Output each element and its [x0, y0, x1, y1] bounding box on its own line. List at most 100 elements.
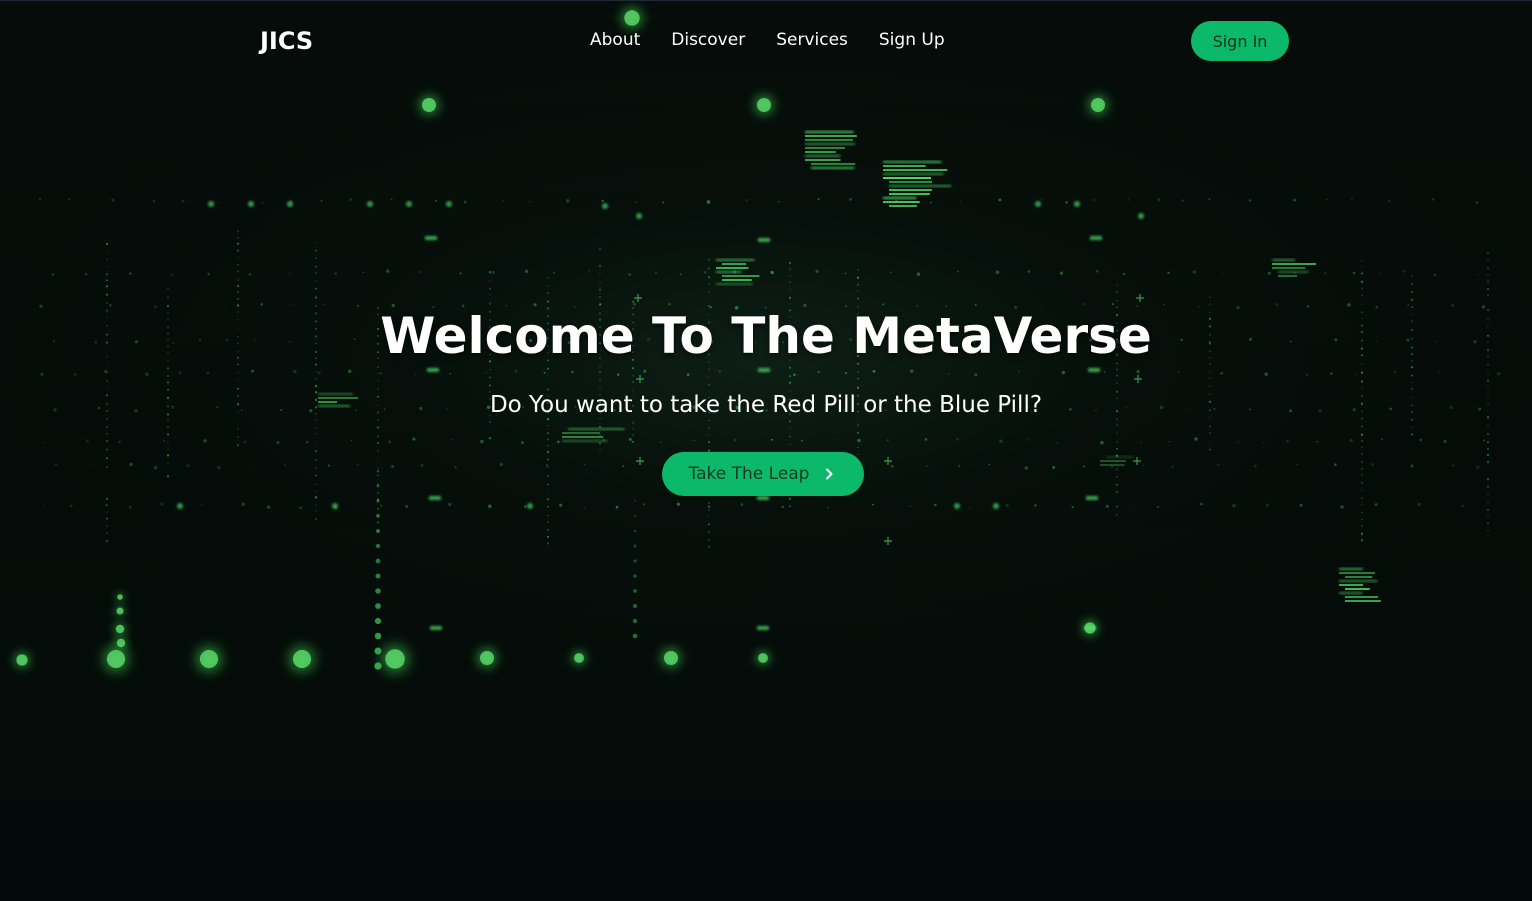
bg-dot: [106, 380, 108, 382]
bg-dot: [1005, 503, 1009, 508]
bg-dot: [707, 258, 711, 261]
bg-code-line: [805, 135, 857, 137]
bg-code-line: [883, 165, 926, 167]
bg-dot: [789, 268, 791, 271]
bg-dot: [524, 269, 529, 273]
bg-dot: [1361, 452, 1363, 455]
bg-dot: [334, 272, 337, 276]
bg-code-line: [805, 155, 841, 157]
bg-dot: [1431, 198, 1435, 201]
bg-dot: [588, 270, 591, 273]
bg-dot: [599, 434, 601, 437]
bg-code-line: [1345, 576, 1373, 578]
bg-dot: [1237, 441, 1240, 443]
bg-dot: [243, 440, 247, 444]
bg-dot: [379, 372, 382, 375]
bg-dot: [1116, 382, 1118, 385]
bg-dot: [1267, 271, 1271, 275]
bg-dot: [631, 440, 635, 443]
bg-dot: [167, 440, 169, 443]
bg-dot: [1351, 198, 1353, 200]
bg-dot: [1171, 466, 1174, 468]
bg-dot: [1116, 291, 1118, 294]
take-the-leap-button[interactable]: Take The Leap: [662, 452, 864, 496]
bg-dot: [1486, 379, 1490, 382]
bg-dot: [547, 535, 549, 538]
bg-dot: [315, 265, 317, 268]
nav-link-discover[interactable]: Discover: [671, 30, 745, 50]
bg-dot: [533, 303, 537, 307]
bg-dot: [315, 504, 317, 506]
bg-dot: [733, 438, 737, 442]
bg-dot: [377, 474, 379, 477]
bg-dot: [186, 463, 190, 468]
bg-dot: [770, 438, 773, 441]
bg-dot: [708, 434, 710, 436]
bg-dot: [1486, 294, 1490, 297]
bg-dot: [162, 439, 166, 443]
bg-dot: [1486, 508, 1490, 512]
bg-dot: [237, 242, 239, 245]
bg-dot: [1486, 280, 1490, 283]
bg-dot: [1356, 373, 1358, 375]
bg-code-line: [1345, 588, 1370, 590]
bg-dot: [1352, 271, 1356, 275]
bg-dot: [926, 465, 928, 467]
bg-dot: [856, 386, 860, 389]
bg-dot: [788, 261, 792, 264]
bg-dot: [707, 441, 711, 444]
bg-dot: [1116, 424, 1118, 427]
bg-dot: [704, 271, 707, 274]
bg-dot: [1116, 368, 1118, 371]
bg-dot: [489, 294, 491, 296]
bg-dot: [84, 272, 88, 276]
bg-dot: [1232, 503, 1236, 508]
bg-dot: [293, 369, 297, 374]
bg-dot: [827, 506, 830, 509]
bg-code-line: [568, 428, 625, 430]
bg-dot: [1065, 201, 1068, 204]
bg-code-line: [722, 263, 747, 265]
bg-dot: [547, 285, 549, 287]
nav-link-services[interactable]: Services: [776, 30, 848, 50]
bg-dot: [1361, 461, 1363, 463]
bg-dot: [1286, 439, 1289, 443]
bg-dash: [425, 236, 437, 240]
bg-dot: [145, 372, 149, 377]
bg-dot: [706, 200, 711, 204]
bg-dot: [999, 439, 1003, 444]
bg-dot: [160, 502, 164, 506]
nav-link-about[interactable]: About: [590, 30, 640, 50]
bg-dot: [793, 373, 796, 377]
bg-dot: [1410, 387, 1414, 391]
bg-dot: [1095, 269, 1099, 273]
bg-dot: [929, 201, 932, 204]
bg-glow-orb-core: [115, 624, 125, 634]
bg-dot: [1071, 506, 1074, 509]
bg-code-line: [722, 275, 760, 277]
bg-dot: [106, 273, 108, 275]
bg-dot: [237, 291, 239, 294]
sign-in-button[interactable]: Sign In: [1191, 21, 1289, 61]
bg-code-line: [1272, 267, 1306, 269]
bg-dot: [1209, 377, 1211, 380]
bg-dot: [377, 467, 379, 469]
bg-dot: [106, 432, 108, 435]
bg-dot: [1248, 199, 1252, 202]
bg-dot: [412, 437, 416, 441]
bg-dot: [1487, 372, 1489, 375]
bg-dot: [1371, 463, 1374, 466]
bg-dot: [203, 439, 207, 443]
bg-dot: [815, 269, 819, 273]
bg-dot: [111, 198, 115, 202]
site-logo[interactable]: JICS: [260, 27, 313, 55]
bg-dot: [488, 437, 492, 440]
bg-dot: [632, 389, 634, 392]
bg-dot: [1330, 372, 1333, 375]
bg-dot: [106, 497, 108, 500]
bg-dot: [377, 507, 379, 510]
bg-dash: [758, 368, 770, 372]
nav-link-sign-up[interactable]: Sign Up: [879, 30, 945, 50]
bg-dot: [237, 387, 239, 390]
bg-soft-dot: [527, 503, 533, 509]
